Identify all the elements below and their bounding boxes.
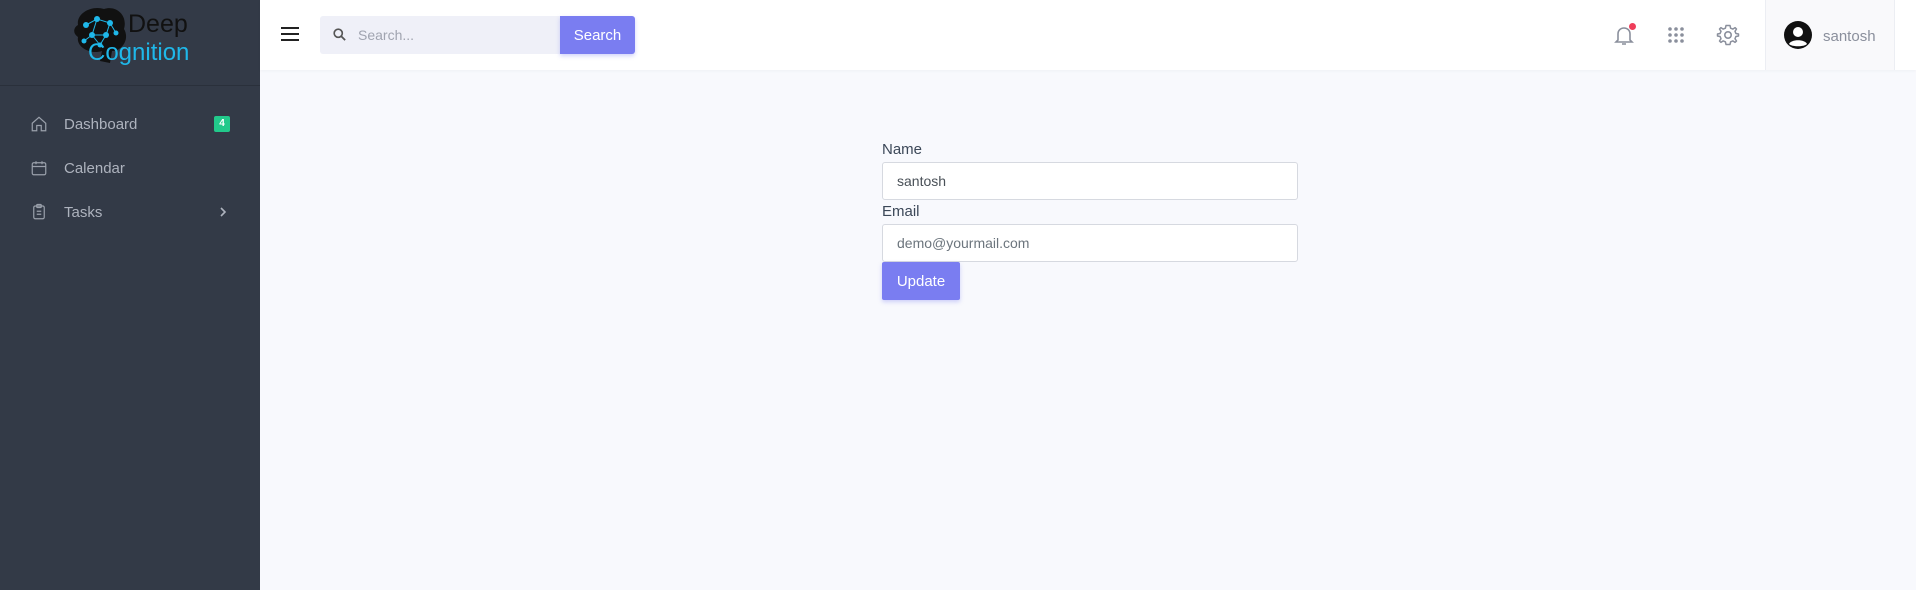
grid-icon [1668,27,1684,43]
notification-dot [1629,23,1636,30]
name-field[interactable] [882,162,1298,200]
notifications-button[interactable] [1612,23,1636,47]
sidebar-item-calendar[interactable]: Calendar [0,146,260,190]
gear-icon [1716,24,1740,46]
menu-toggle-icon[interactable] [281,27,299,43]
topbar: Search santosh [260,0,1916,70]
home-icon [30,115,48,133]
search-box [320,16,560,54]
brand-logo[interactable]: Deep Cognition [0,0,260,86]
sidebar-item-dashboard[interactable]: Dashboard 4 [0,102,260,146]
brand-name-line2: Cognition [88,39,190,66]
clipboard-icon [30,203,48,221]
sidebar-item-label: Tasks [64,203,103,221]
chevron-right-icon [220,207,227,217]
sidebar-item-label: Calendar [64,159,125,177]
search-icon [333,28,346,41]
sidebar-item-label: Dashboard [64,115,138,133]
sidebar-item-tasks[interactable]: Tasks [0,190,260,234]
settings-button[interactable] [1716,23,1740,47]
sidebar: Deep Cognition Dashboard 4 Calendar Task… [0,0,260,590]
email-label: Email [882,203,920,220]
user-name: santosh [1823,28,1876,45]
name-label: Name [882,141,923,158]
profile-form: Name Email Update [882,140,1298,300]
calendar-icon [30,159,48,177]
sidebar-nav: Dashboard 4 Calendar Tasks [0,102,260,234]
update-button[interactable]: Update [882,262,960,300]
email-field[interactable] [882,224,1298,262]
search-button[interactable]: Search [560,16,635,54]
search-input[interactable] [358,16,553,54]
user-avatar-icon [1784,21,1812,49]
apps-button[interactable] [1664,23,1688,47]
user-menu[interactable]: santosh [1765,0,1895,70]
dashboard-count-badge: 4 [214,116,230,132]
brand-name-line1: Deep [128,10,188,38]
